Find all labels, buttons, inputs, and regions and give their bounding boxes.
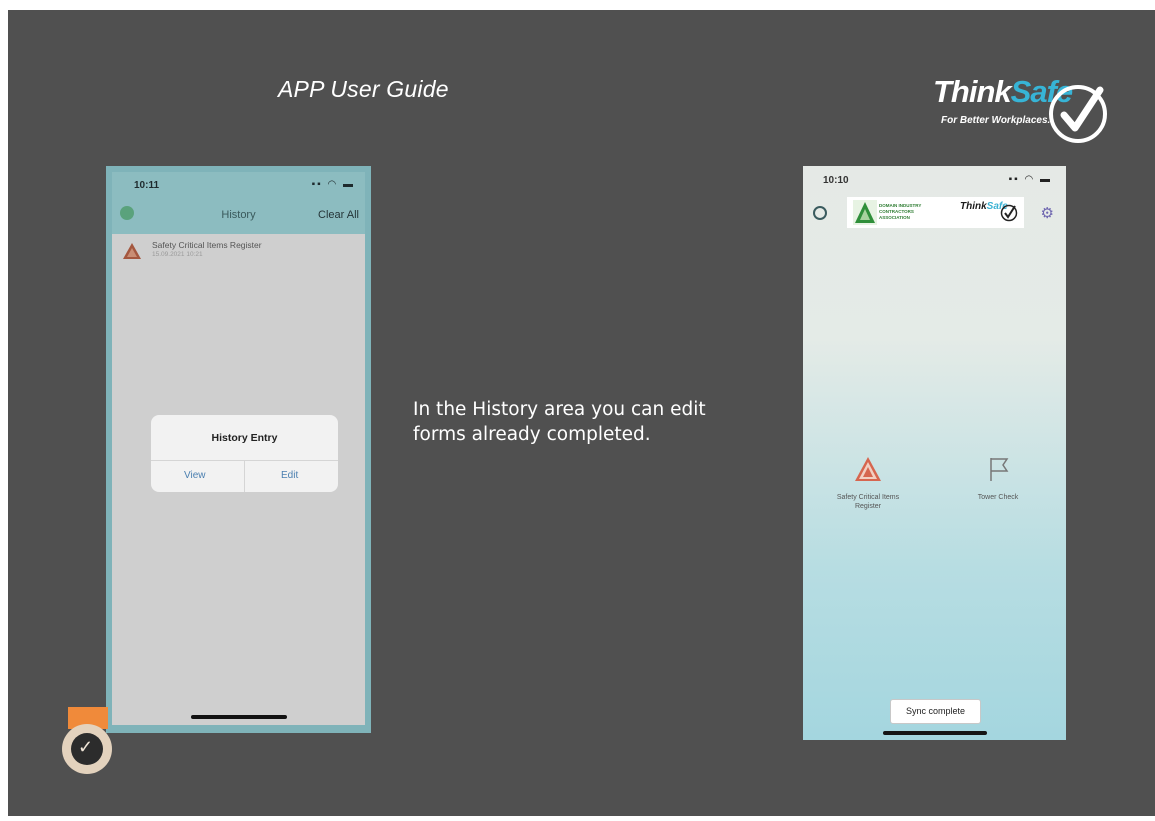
- history-header: 10:11 ▪▪ ◠ ▬ History Clear All: [112, 172, 365, 234]
- clear-all-button[interactable]: Clear All: [318, 209, 359, 221]
- status-icons: ▪▪ ◠ ▬: [311, 179, 355, 190]
- dialog-title: History Entry: [211, 432, 278, 444]
- status-time: 10:10: [823, 175, 849, 186]
- history-clock-icon[interactable]: [813, 206, 827, 220]
- status-icons: ▪▪ ◠ ▬: [1008, 174, 1052, 185]
- history-screen: 10:11 ▪▪ ◠ ▬ History Clear All Safety Cr…: [112, 172, 365, 725]
- description-text: In the History area you can edit forms a…: [413, 399, 706, 445]
- thinksafe-logo: ThinkSafe For Better Workplaces.: [923, 74, 1118, 149]
- warning-triangle-icon: [123, 243, 141, 259]
- history-row-title: Safety Critical Items Register: [152, 240, 262, 250]
- home-indicator[interactable]: [190, 715, 287, 719]
- flag-icon: [990, 458, 1009, 481]
- status-time: 10:11: [134, 180, 160, 191]
- tile-tower-check[interactable]: Tower Check: [958, 456, 1038, 502]
- slide-title: APP User Guide: [278, 76, 449, 102]
- tile-label: Safety Critical Items Register: [836, 494, 900, 510]
- history-row[interactable]: Safety Critical Items Register 15.09.202…: [112, 234, 365, 270]
- tile-label: Tower Check: [977, 494, 1019, 501]
- history-phone-screenshot: 10:11 ▪▪ ◠ ▬ History Clear All Safety Cr…: [106, 166, 371, 733]
- association-name-3: ASSOCIATION: [879, 215, 910, 220]
- gear-icon[interactable]: ⚙: [1041, 204, 1054, 222]
- view-button[interactable]: View: [184, 470, 206, 481]
- edit-button[interactable]: Edit: [281, 470, 298, 481]
- home-indicator[interactable]: [882, 731, 987, 735]
- mini-checkmark-icon: [1000, 204, 1018, 222]
- badge-check-icon: ✓: [78, 737, 94, 757]
- dialog-button-divider: [244, 460, 245, 492]
- checkmark-circle-icon: [1049, 85, 1107, 143]
- sync-status-button[interactable]: Sync complete: [890, 699, 981, 724]
- certification-badge-icon: ✓: [62, 724, 112, 774]
- app-banner: DOMAIN INDUSTRY CONTRACTORS ASSOCIATION …: [847, 197, 1024, 228]
- logo-tagline: For Better Workplaces.: [941, 115, 1051, 126]
- home-phone-screenshot: 10:10 ▪▪ ◠ ▬ DOMAIN INDUSTRY CONTRACTORS…: [803, 166, 1066, 740]
- association-name-2: CONTRACTORS: [879, 209, 914, 214]
- history-row-date: 15.09.2021 10:21: [152, 251, 203, 258]
- warning-triangle-icon: [855, 457, 881, 481]
- tile-safety-critical-items[interactable]: Safety Critical Items Register: [828, 456, 908, 511]
- history-entry-dialog: History Entry View Edit: [151, 415, 338, 492]
- association-logo-icon: [853, 200, 877, 225]
- association-name-1: DOMAIN INDUSTRY: [879, 203, 922, 208]
